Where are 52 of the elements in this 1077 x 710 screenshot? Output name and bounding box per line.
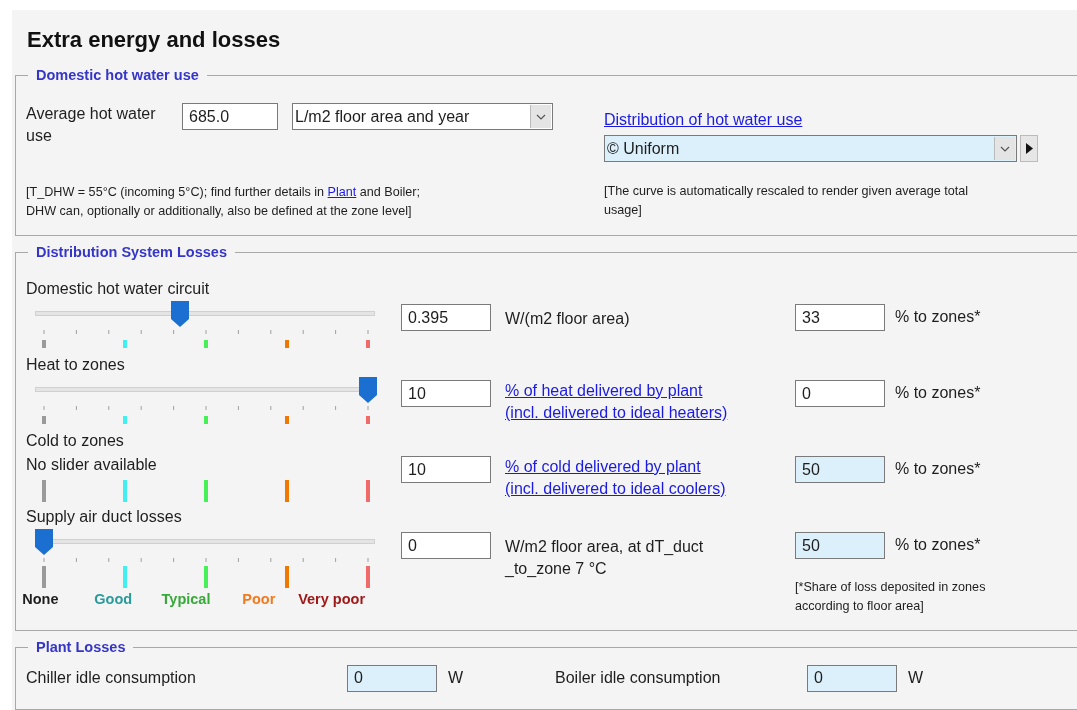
chevron-icon	[1000, 145, 1010, 152]
slider-message: No slider available	[26, 455, 158, 475]
field-label: Boiler idle consumption	[555, 669, 722, 687]
scale-label: Good	[93, 590, 134, 608]
plant-link[interactable]: Plant	[327, 185, 357, 199]
row-label: Cold to zones	[26, 431, 125, 451]
unit-text: W/m2 floor area, at dT_duct _to_zone 7 °C	[505, 537, 705, 579]
chevron-icon	[536, 113, 546, 120]
row-label: Heat to zones	[26, 355, 126, 375]
value-field[interactable]: 10	[401, 380, 491, 407]
field-label: Average hot water use	[26, 104, 156, 146]
play-icon	[1025, 143, 1033, 154]
share-unit: % to zones*	[895, 307, 982, 327]
note-text: [T_DHW = 55°C (incoming 5°C); find further details in Plant and Boiler; DHW can, optionally or additionally, also be defined at the zone level]	[26, 184, 422, 220]
unit-dropdown[interactable]: L/m2 floor area and year	[292, 103, 553, 130]
share-unit: % to zones*	[895, 535, 982, 555]
section-title: Domestic hot water use	[35, 67, 200, 83]
unit-link[interactable]: % of cold delivered by plant (incl. delivered to ideal coolers)	[505, 456, 775, 500]
share-field[interactable]: 50	[795, 456, 885, 483]
row-label: Domestic hot water circuit	[26, 279, 211, 299]
field-label: Chiller idle consumption	[26, 669, 197, 687]
unit-text: W/(m2 floor area)	[505, 309, 631, 329]
value-field[interactable]: 0	[807, 664, 897, 692]
value-field[interactable]: 0.395	[401, 304, 491, 331]
share-unit: % to zones*	[895, 459, 982, 479]
note-text: [The curve is automatically rescaled to render given average total usage]	[604, 183, 969, 219]
distribution-dropdown[interactable]: © Uniform	[604, 135, 1017, 162]
share-field[interactable]: 50	[795, 532, 885, 559]
distribution-link[interactable]: Distribution of hot water use	[604, 109, 803, 131]
section-title: Distribution System Losses	[35, 244, 228, 260]
footnote-text: [*Share of loss deposited in zones according to floor area]	[795, 579, 987, 615]
row-label: Supply air duct losses	[26, 507, 183, 527]
slider-thumb[interactable]	[171, 301, 190, 327]
share-field[interactable]: 0	[795, 380, 885, 407]
value-field[interactable]: 0	[401, 532, 491, 559]
slider-thumb[interactable]	[359, 377, 377, 403]
value-field[interactable]: 0	[347, 664, 437, 692]
scale-label: Very poor	[297, 590, 367, 608]
unit-link[interactable]: % of heat delivered by plant (incl. delivered to ideal heaters)	[505, 380, 775, 424]
unit-text: W	[908, 669, 925, 687]
section-title: Plant Losses	[35, 639, 127, 655]
unit-text: W	[448, 669, 465, 687]
page-title: Extra energy and losses	[26, 26, 282, 54]
scale-label: None	[21, 590, 60, 608]
value-field[interactable]: 685.0	[182, 103, 278, 130]
scale-label: Typical	[160, 590, 212, 608]
scale-label: Poor	[241, 590, 277, 608]
arrow-button[interactable]	[1020, 135, 1038, 162]
value-field[interactable]: 10	[401, 456, 491, 483]
share-field[interactable]: 33	[795, 304, 885, 331]
slider-thumb[interactable]	[35, 529, 53, 555]
share-unit: % to zones*	[895, 383, 982, 403]
